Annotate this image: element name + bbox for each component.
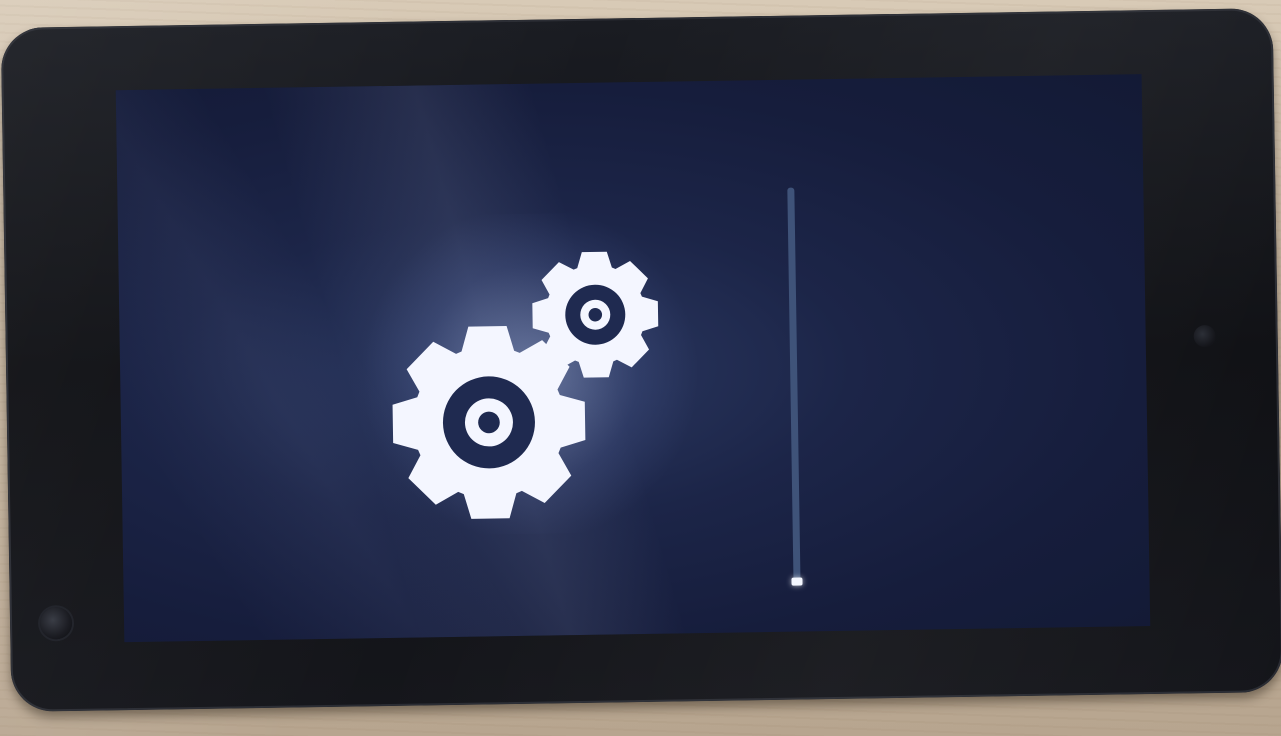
phone-screen (115, 74, 1151, 643)
photo-scene (0, 0, 1281, 736)
gears-icon (392, 251, 659, 519)
progress-fill (791, 577, 803, 586)
phone-device (0, 8, 1281, 712)
